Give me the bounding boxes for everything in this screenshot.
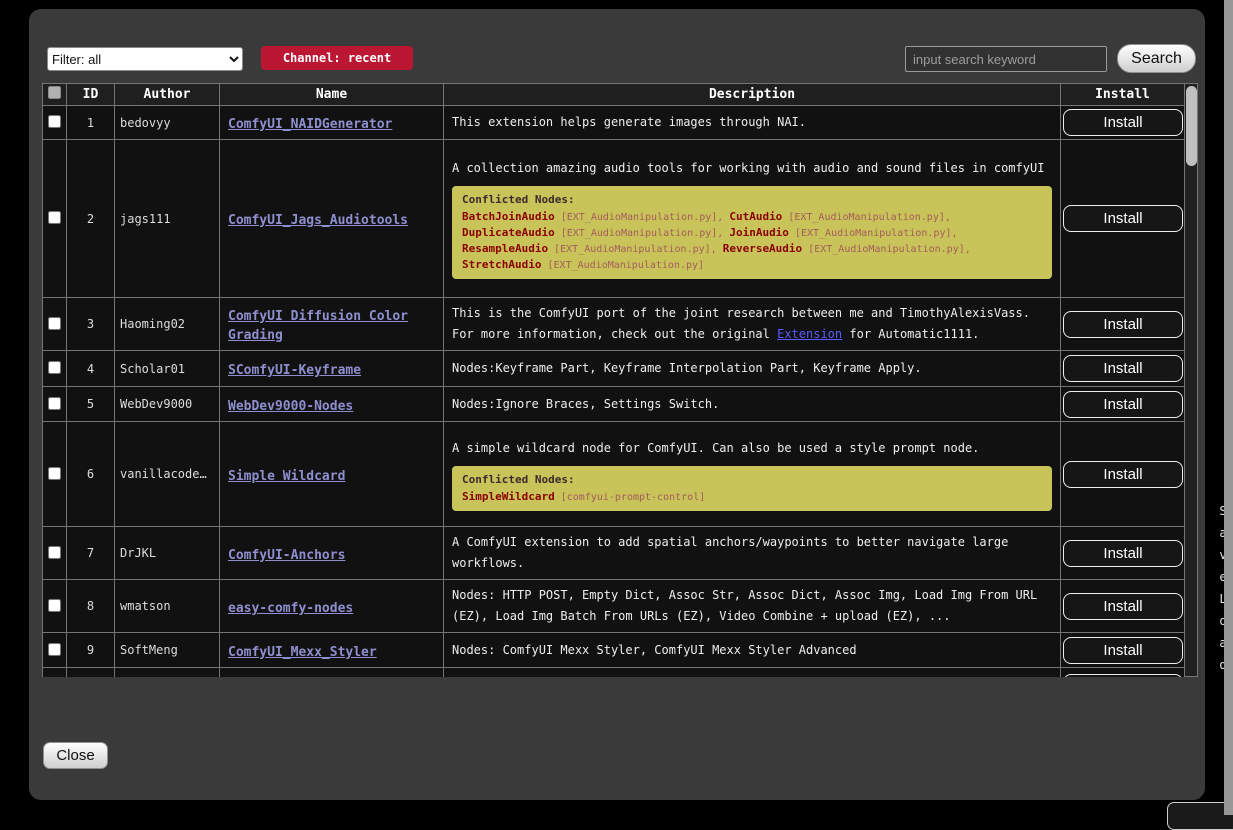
install-button[interactable]: Install xyxy=(1063,109,1183,136)
table-scrollbar-track[interactable] xyxy=(1184,83,1198,677)
table-row: 8 wmatson easy-comfy-nodes Nodes: HTTP P… xyxy=(43,580,1185,633)
install-button[interactable]: Install xyxy=(1063,205,1183,232)
conflict-warning-box: Conflicted Nodes: SimpleWildcard [comfyu… xyxy=(452,466,1052,511)
install-button[interactable]: Install xyxy=(1063,637,1183,664)
row-id: 4 xyxy=(67,351,115,387)
table-scrollbar-thumb[interactable] xyxy=(1186,86,1197,166)
install-button[interactable]: Install xyxy=(1063,311,1183,338)
row-checkbox[interactable] xyxy=(48,317,61,330)
custom-nodes-manager-dialog: Filter: all Channel: recent Search ID Au… xyxy=(29,9,1205,800)
row-description: This is the ComfyUI port of the joint re… xyxy=(444,298,1061,351)
search-button[interactable]: Search xyxy=(1117,44,1196,73)
row-description: Nodes:Keyframe Part, Keyframe Interpolat… xyxy=(444,351,1061,387)
row-checkbox[interactable] xyxy=(48,546,61,559)
channel-badge: Channel: recent xyxy=(261,46,413,70)
extension-name-link[interactable]: SComfyUI-Keyframe xyxy=(228,363,361,378)
row-author: vanillacode… xyxy=(115,422,220,527)
conflict-warning-box: Conflicted Nodes: BatchJoinAudio [EXT_Au… xyxy=(452,186,1052,279)
description-text: for Automatic1111. xyxy=(842,327,979,341)
header-author: Author xyxy=(115,84,220,106)
row-id: 7 xyxy=(67,527,115,580)
install-button[interactable]: Install xyxy=(1063,674,1183,677)
row-checkbox[interactable] xyxy=(48,115,61,128)
table-row: 3 Haoming02 ComfyUI Diffusion Color Grad… xyxy=(43,298,1185,351)
select-all-checkbox[interactable] xyxy=(48,86,61,99)
row-description: Nodes: Yolov8Detection, Yolov8Segmentati… xyxy=(444,668,1061,678)
row-author: SoftMeng xyxy=(115,633,220,668)
row-description: This extension helps generate images thr… xyxy=(444,106,1061,140)
install-button[interactable]: Install xyxy=(1063,391,1183,418)
extension-name-link[interactable]: Simple Wildcard xyxy=(228,469,345,484)
conflict-title: Conflicted Nodes: xyxy=(462,472,1042,487)
row-checkbox[interactable] xyxy=(48,643,61,656)
header-install: Install xyxy=(1061,84,1185,106)
nodes-table: ID Author Name Description Install 1 bed… xyxy=(42,83,1198,677)
install-button[interactable]: Install xyxy=(1063,593,1183,620)
table-row: 4 Scholar01 SComfyUI-Keyframe Nodes:Keyf… xyxy=(43,351,1185,387)
close-button[interactable]: Close xyxy=(43,742,108,769)
row-description: A simple wildcard node for ComfyUI. Can … xyxy=(452,438,1052,459)
row-author: bedovyy xyxy=(115,106,220,140)
row-checkbox[interactable] xyxy=(48,361,61,374)
row-author: wmatson xyxy=(115,580,220,633)
table-row: 1 bedovyy ComfyUI_NAIDGenerator This ext… xyxy=(43,106,1185,140)
row-author: Scholar01 xyxy=(115,351,220,387)
extension-external-link[interactable]: Extension xyxy=(777,327,842,341)
conflict-node-list: BatchJoinAudio [EXT_AudioManipulation.py… xyxy=(462,209,1042,273)
search-input[interactable] xyxy=(905,46,1107,72)
install-button[interactable]: Install xyxy=(1063,540,1183,567)
table-row: 2 jags111 ComfyUI_Jags_Audiotools A coll… xyxy=(43,140,1185,298)
row-id: 1 xyxy=(67,106,115,140)
table-row: 6 vanillacode… Simple Wildcard A simple … xyxy=(43,422,1185,527)
table-row: 7 DrJKL ComfyUI-Anchors A ComfyUI extens… xyxy=(43,527,1185,580)
row-description: Nodes:Ignore Braces, Settings Switch. xyxy=(444,387,1061,422)
install-button[interactable]: Install xyxy=(1063,355,1183,382)
row-author: WebDev9000 xyxy=(115,387,220,422)
extension-name-link[interactable]: ComfyUI-Anchors xyxy=(228,548,345,563)
extension-name-link[interactable]: ComfyUI_NAIDGenerator xyxy=(228,117,392,132)
row-checkbox[interactable] xyxy=(48,467,61,480)
row-author: DrJKL xyxy=(115,527,220,580)
table-row: 10 zcfrank1st ComfyUI Yolov8 Nodes: Yolo… xyxy=(43,668,1185,678)
row-id: 5 xyxy=(67,387,115,422)
row-id: 6 xyxy=(67,422,115,527)
extension-name-link[interactable]: ComfyUI_Mexx_Styler xyxy=(228,645,377,660)
row-description: A ComfyUI extension to add spatial ancho… xyxy=(444,527,1061,580)
extension-name-link[interactable]: WebDev9000-Nodes xyxy=(228,399,353,414)
row-author: Haoming02 xyxy=(115,298,220,351)
row-checkbox[interactable] xyxy=(48,397,61,410)
row-checkbox[interactable] xyxy=(48,211,61,224)
table-header-row: ID Author Name Description Install xyxy=(43,84,1185,106)
row-id: 3 xyxy=(67,298,115,351)
row-description: A collection amazing audio tools for wor… xyxy=(452,158,1052,179)
row-description: Nodes: HTTP POST, Empty Dict, Assoc Str,… xyxy=(444,580,1061,633)
row-author: zcfrank1st xyxy=(115,668,220,678)
conflict-node-list: SimpleWildcard [comfyui-prompt-control] xyxy=(462,489,1042,505)
table-row: 5 WebDev9000 WebDev9000-Nodes Nodes:Igno… xyxy=(43,387,1185,422)
extension-name-link[interactable]: ComfyUI_Jags_Audiotools xyxy=(228,213,408,228)
row-checkbox[interactable] xyxy=(48,599,61,612)
row-author: jags111 xyxy=(115,140,220,298)
row-id: 10 xyxy=(67,668,115,678)
filter-dropdown[interactable]: Filter: all xyxy=(47,47,243,71)
extension-name-link[interactable]: ComfyUI Diffusion Color Grading xyxy=(228,309,408,343)
header-name: Name xyxy=(220,84,444,106)
row-id: 2 xyxy=(67,140,115,298)
install-button[interactable]: Install xyxy=(1063,461,1183,488)
header-id: ID xyxy=(67,84,115,106)
row-id: 8 xyxy=(67,580,115,633)
conflict-title: Conflicted Nodes: xyxy=(462,192,1042,207)
extension-name-link[interactable]: easy-comfy-nodes xyxy=(228,601,353,616)
row-id: 9 xyxy=(67,633,115,668)
header-checkbox-cell xyxy=(43,84,67,106)
header-description: Description xyxy=(444,84,1061,106)
page-scrollbar[interactable] xyxy=(1224,0,1233,815)
row-description: Nodes: ComfyUI Mexx Styler, ComfyUI Mexx… xyxy=(444,633,1061,668)
table-row: 9 SoftMeng ComfyUI_Mexx_Styler Nodes: Co… xyxy=(43,633,1185,668)
